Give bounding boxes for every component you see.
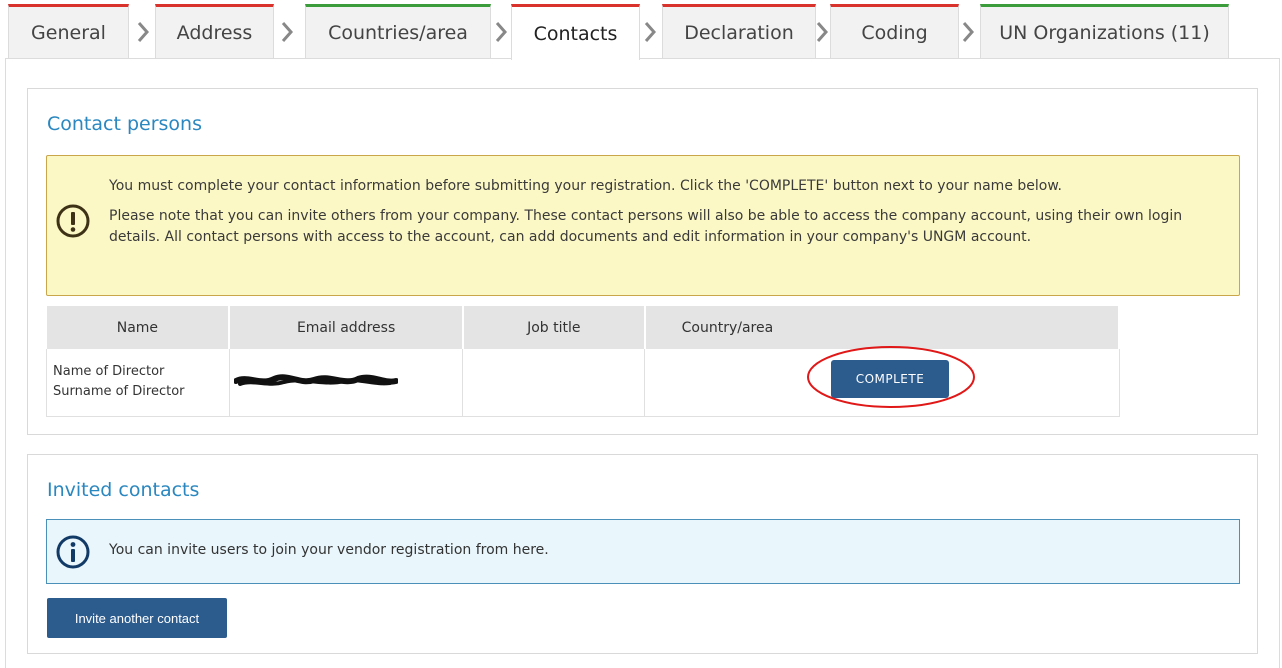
tab-label: UN Organizations (11): [999, 21, 1210, 44]
chevron-right-icon: [276, 21, 298, 43]
exclamation-icon: [56, 204, 90, 238]
tab-label: Coding: [861, 21, 928, 44]
contact-last-name: Surname of Director: [53, 384, 185, 400]
tab-general[interactable]: General: [8, 4, 129, 58]
info-text: You can invite users to join your vendor…: [109, 542, 549, 558]
column-header-name[interactable]: Name: [46, 306, 231, 349]
contact-persons-title: Contact persons: [47, 113, 202, 135]
tab-label: Address: [176, 21, 253, 44]
warning-line-invite: Please note that you can invite others f…: [109, 208, 1183, 245]
warning-box: You must complete your contact informati…: [46, 155, 1240, 296]
warning-line-complete: You must complete your contact informati…: [109, 178, 1062, 194]
redacted-email-scribble: [234, 374, 398, 386]
tab-declaration[interactable]: Declaration: [662, 4, 816, 58]
contact-job-title-cell: [462, 349, 646, 417]
chevron-right-icon: [490, 21, 512, 43]
table-header-row: Name Email address Job title Country/are…: [46, 306, 1121, 349]
column-header-country[interactable]: Country/area: [644, 306, 1121, 349]
tab-countries-area[interactable]: Countries/area: [305, 4, 491, 58]
tab-label: Declaration: [684, 21, 794, 44]
info-icon: [56, 535, 90, 569]
tab-address[interactable]: Address: [155, 4, 274, 58]
tab-coding[interactable]: Coding: [830, 4, 959, 58]
invited-contacts-title: Invited contacts: [47, 479, 200, 501]
chevron-right-icon: [132, 21, 154, 43]
tab-label: Countries/area: [328, 21, 468, 44]
registration-tabs: General Address Countries/area Contacts …: [8, 4, 1280, 60]
tab-un-organizations[interactable]: UN Organizations (11): [980, 4, 1229, 58]
chevron-right-icon: [639, 21, 661, 43]
info-box: You can invite users to join your vendor…: [46, 519, 1240, 584]
contact-first-name: Name of Director: [53, 364, 165, 380]
invite-another-contact-button[interactable]: Invite another contact: [47, 598, 227, 638]
column-header-email[interactable]: Email address: [229, 306, 464, 349]
chevron-right-icon: [957, 21, 979, 43]
contact-name-cell: Name of Director Surname of Director: [46, 349, 230, 417]
warning-text: You must complete your contact informati…: [109, 176, 1229, 257]
column-header-job-title[interactable]: Job title: [462, 306, 646, 349]
tab-contacts[interactable]: Contacts: [511, 4, 640, 60]
red-highlight-circle: [807, 346, 975, 408]
tab-label: General: [31, 21, 106, 44]
tab-label: Contacts: [533, 22, 618, 45]
